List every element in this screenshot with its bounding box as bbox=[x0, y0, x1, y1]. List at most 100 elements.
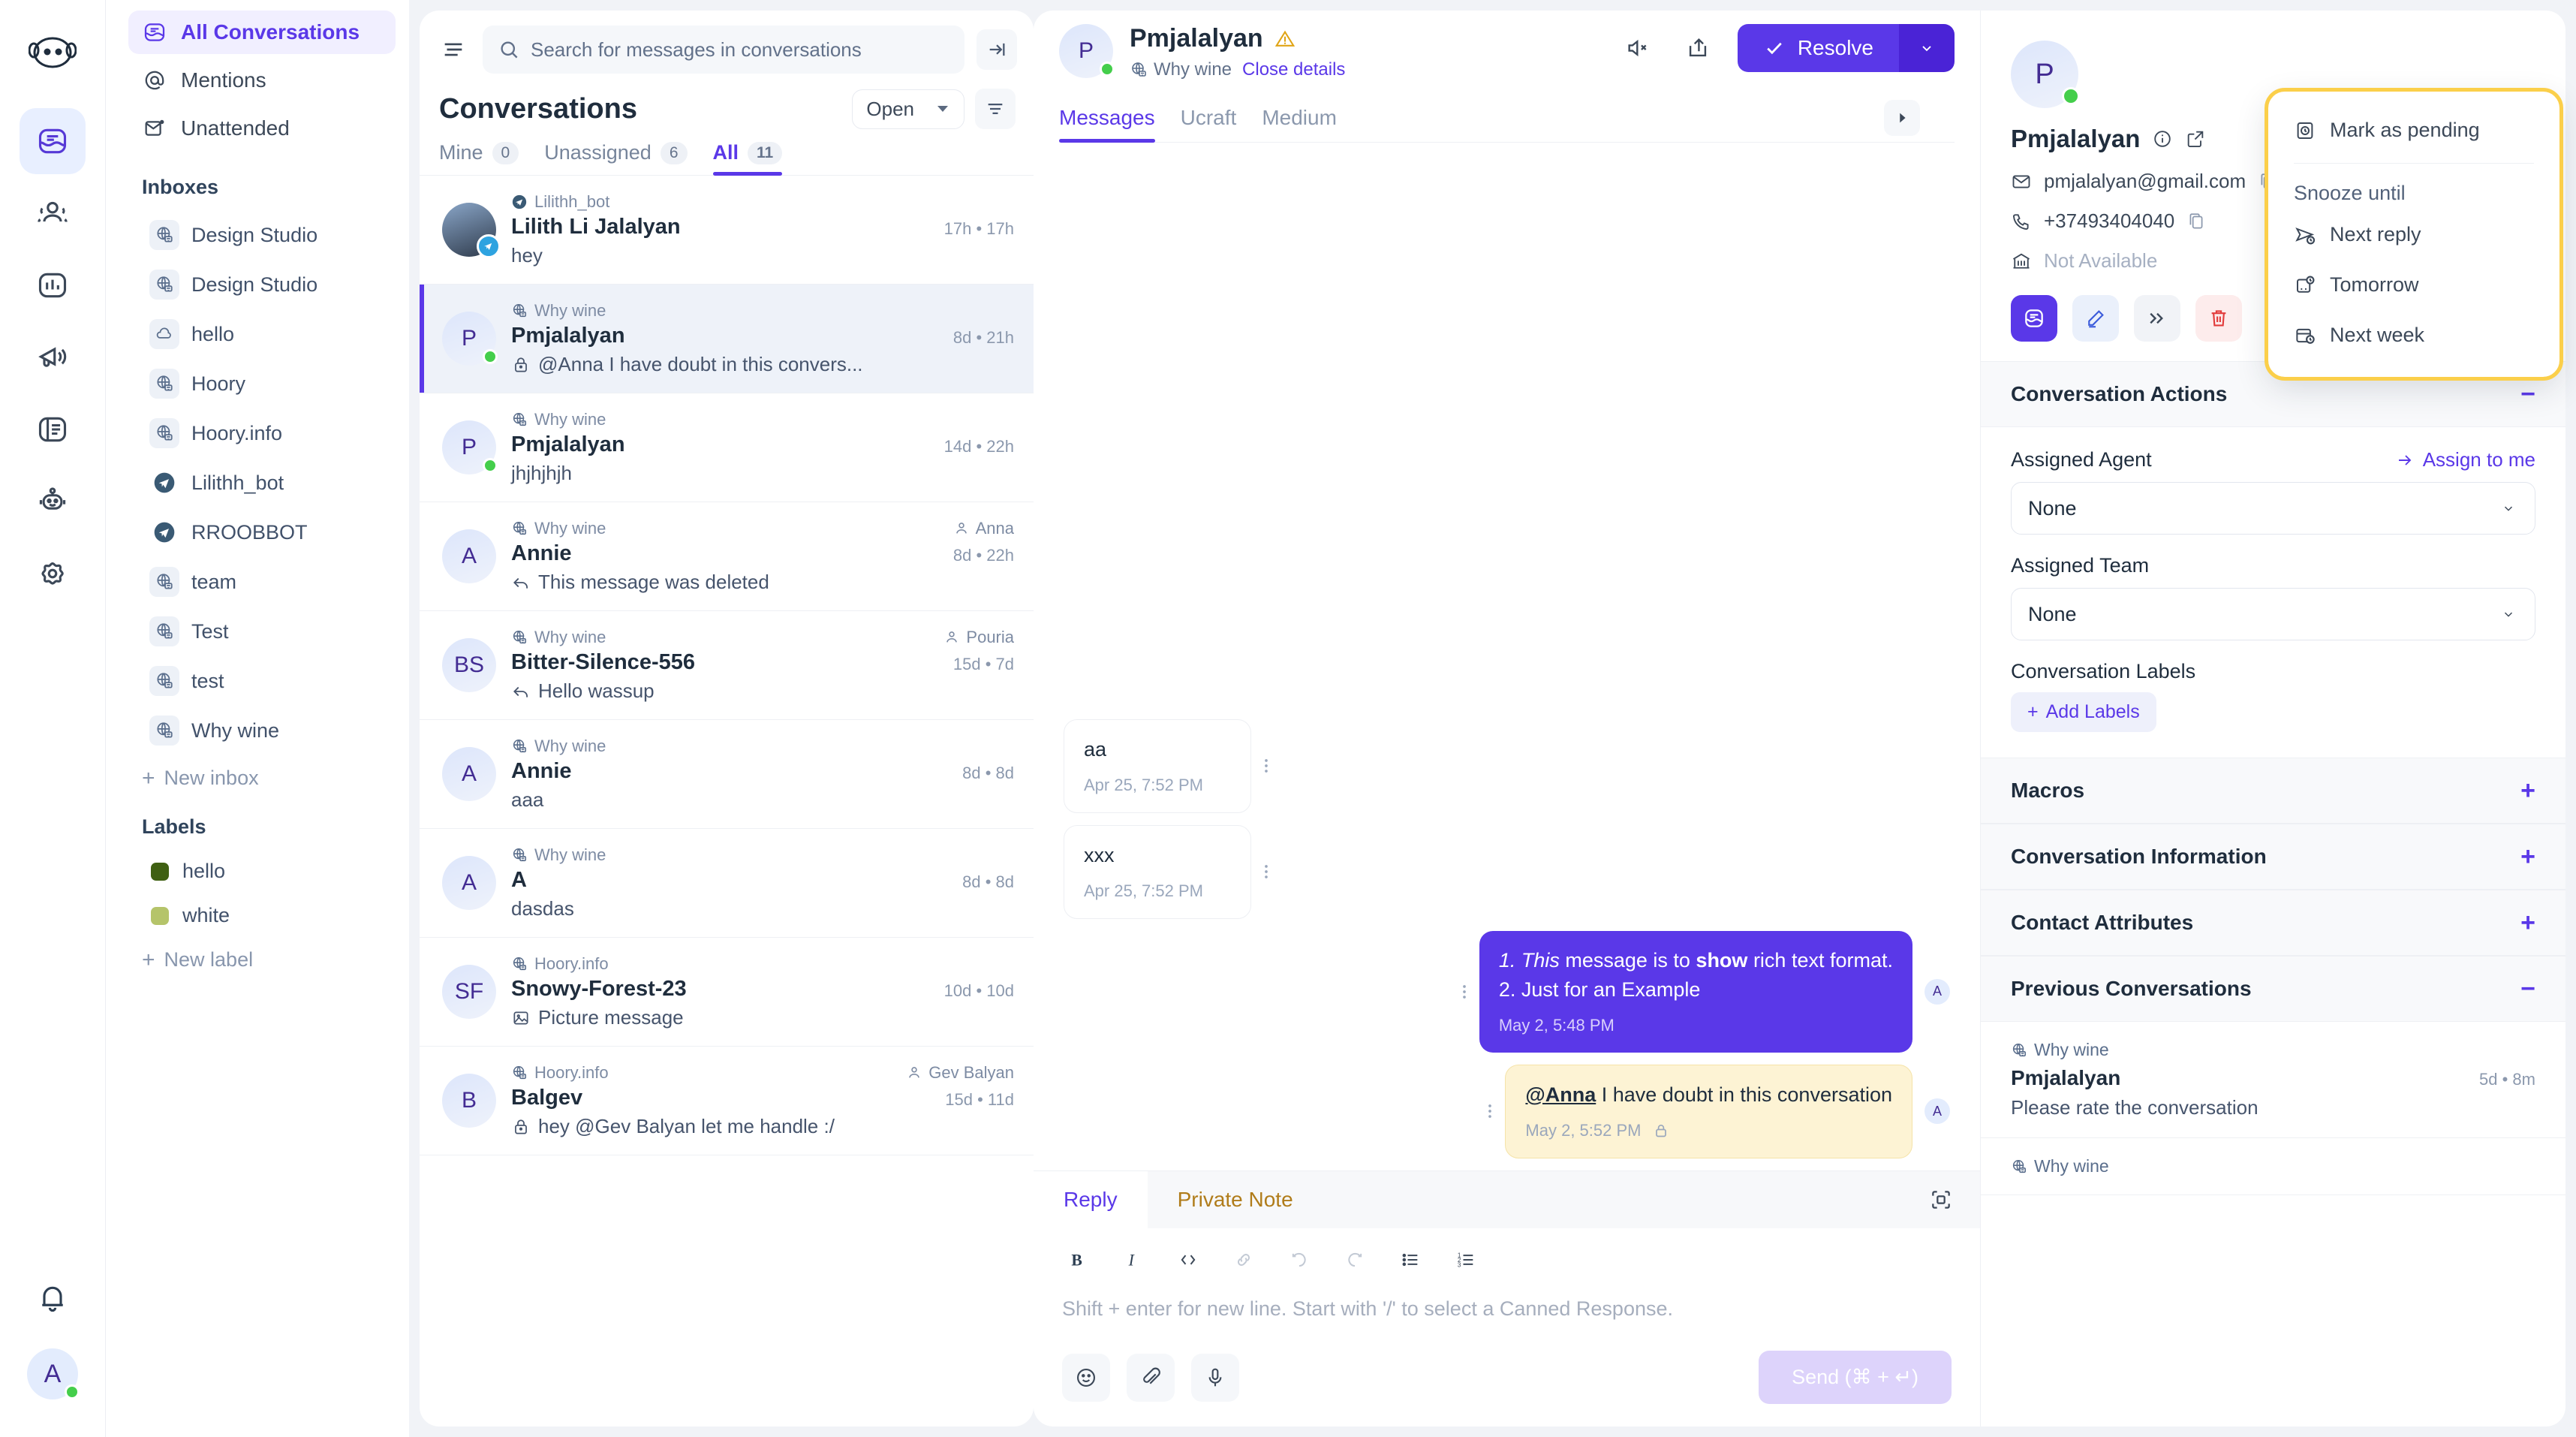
conversation-list-item[interactable]: P Why wine Pmjalalyan 14d • 22h jhjhjhjh bbox=[420, 393, 1034, 502]
reply-input[interactable]: Shift + enter for new line. Start with '… bbox=[1034, 1275, 1980, 1321]
assigned-agent-select[interactable]: None bbox=[2011, 482, 2535, 535]
sidebar-inbox-item[interactable]: Test bbox=[139, 609, 396, 654]
merge-icon[interactable] bbox=[2134, 295, 2180, 342]
send-button[interactable]: Send (⌘ + ↵) bbox=[1759, 1351, 1952, 1404]
conversation-list-item[interactable]: A Why wine Anna Annie 8d • 22h This message w… bbox=[420, 502, 1034, 611]
sidebar-inbox-item[interactable]: Hoory.info bbox=[139, 411, 396, 456]
tab-medium[interactable]: Medium bbox=[1262, 106, 1337, 142]
sidebar-inbox-item[interactable]: Lilithh_bot bbox=[139, 460, 396, 505]
hamburger-icon[interactable] bbox=[436, 32, 471, 67]
rail-item-campaigns[interactable] bbox=[20, 324, 86, 390]
filter-icon[interactable] bbox=[975, 89, 1016, 129]
message-menu-icon[interactable] bbox=[1449, 977, 1479, 1007]
rail-item-conversations[interactable] bbox=[20, 108, 86, 174]
rail-item-settings[interactable] bbox=[20, 541, 86, 607]
conversation-tab-mine[interactable]: Mine 0 bbox=[439, 141, 519, 175]
delete-icon[interactable] bbox=[2195, 295, 2242, 342]
section-previous-conversations[interactable]: Previous Conversations − bbox=[1981, 956, 2565, 1022]
numbered-list-icon[interactable]: 123 bbox=[1451, 1245, 1481, 1275]
sidebar-item-unattended[interactable]: Unattended bbox=[128, 107, 396, 150]
code-icon[interactable] bbox=[1173, 1245, 1203, 1275]
bold-icon[interactable]: B bbox=[1062, 1245, 1092, 1275]
caret-right-icon[interactable] bbox=[1884, 100, 1920, 136]
section-conversation-information[interactable]: Conversation Information + bbox=[1981, 824, 2565, 890]
avatar bbox=[442, 203, 501, 258]
assign-to-me-button[interactable]: Assign to me bbox=[2396, 448, 2535, 471]
conversation-list-item[interactable]: Lilithh_bot Lilith Li Jalalyan 17h • 17h he… bbox=[420, 176, 1034, 285]
microphone-icon[interactable] bbox=[1191, 1353, 1239, 1402]
sidebar-inbox-item[interactable]: Hoory bbox=[139, 361, 396, 406]
new-label-button[interactable]: + New label bbox=[142, 948, 409, 972]
conversation-list-item[interactable]: SF Hoory.info Snowy-Forest-23 10d • 10d Pict… bbox=[420, 938, 1034, 1047]
conversation-list-item[interactable]: B Hoory.info Gev Balyan Balgev 15d • 11d hey … bbox=[420, 1047, 1034, 1155]
sidebar-item-all-conversations[interactable]: All Conversations bbox=[128, 11, 396, 54]
menu-item-tomorrow[interactable]: Tomorrow bbox=[2268, 260, 2559, 310]
mute-icon[interactable] bbox=[1618, 28, 1658, 68]
expand-icon[interactable] bbox=[1929, 1188, 1980, 1212]
link-icon[interactable] bbox=[1229, 1245, 1259, 1275]
sidebar-inbox-item[interactable]: Why wine bbox=[139, 708, 396, 753]
redo-icon[interactable] bbox=[1340, 1245, 1370, 1275]
previous-conversation-item[interactable]: Why wine Pmjalalyan 5d • 8m Please rate the… bbox=[1981, 1022, 2565, 1138]
avatar-initial-circle: B bbox=[442, 1074, 496, 1128]
sidebar-inbox-item[interactable]: Design Studio bbox=[139, 262, 396, 307]
search-input[interactable]: Search for messages in conversations bbox=[483, 26, 964, 74]
sidebar-inbox-item[interactable]: Design Studio bbox=[139, 212, 396, 258]
emoji-icon[interactable] bbox=[1062, 1353, 1110, 1402]
resolve-dropdown-toggle[interactable] bbox=[1899, 24, 1955, 72]
menu-item-mark-as-pending[interactable]: Mark as pending bbox=[2268, 105, 2559, 155]
section-macros[interactable]: Macros + bbox=[1981, 758, 2565, 824]
collapse-panel-icon[interactable] bbox=[977, 29, 1017, 70]
avatar-initial: A bbox=[461, 870, 477, 895]
conversation-list-item[interactable]: A Why wine Annie 8d • 8d aaa bbox=[420, 720, 1034, 829]
conversation-icon[interactable] bbox=[2011, 295, 2057, 342]
conversation-list-item[interactable]: BS Why wine Pouria Bitter-Silence-556 15d • … bbox=[420, 611, 1034, 720]
sidebar-label-item[interactable]: white bbox=[142, 896, 396, 935]
sidebar-item-mentions[interactable]: Mentions bbox=[128, 59, 396, 102]
status-filter-select[interactable]: Open bbox=[852, 89, 964, 129]
edit-icon[interactable] bbox=[2072, 295, 2119, 342]
undo-icon[interactable] bbox=[1284, 1245, 1314, 1275]
previous-conversation-item[interactable]: Why wine bbox=[1981, 1138, 2565, 1195]
tab-messages[interactable]: Messages bbox=[1059, 106, 1155, 143]
message-menu-icon[interactable] bbox=[1251, 857, 1281, 887]
share-icon[interactable] bbox=[1678, 28, 1718, 68]
external-link-icon[interactable] bbox=[2185, 128, 2206, 149]
sidebar-inbox-item[interactable]: hello bbox=[139, 312, 396, 357]
message-menu-icon[interactable] bbox=[1251, 751, 1281, 781]
italic-icon[interactable]: I bbox=[1118, 1245, 1148, 1275]
avatar[interactable]: A bbox=[27, 1348, 80, 1399]
assigned-team-select[interactable]: None bbox=[2011, 588, 2535, 640]
add-labels-button[interactable]: + Add Labels bbox=[2011, 692, 2156, 732]
tab-private-note[interactable]: Private Note bbox=[1147, 1171, 1323, 1228]
message-menu-icon[interactable] bbox=[1475, 1096, 1505, 1126]
tab-ucraft[interactable]: Ucraft bbox=[1181, 106, 1237, 142]
sidebar-inbox-item[interactable]: test bbox=[139, 658, 396, 703]
sidebar-inbox-item[interactable]: team bbox=[139, 559, 396, 604]
conversation-tab-unassigned[interactable]: Unassigned 6 bbox=[544, 141, 688, 175]
resolve-button[interactable]: Resolve bbox=[1737, 24, 1899, 72]
previous-conversation-time: 5d • 8m bbox=[2479, 1070, 2535, 1089]
conversation-list-item[interactable]: A Why wine A 8d • 8d dasdas bbox=[420, 829, 1034, 938]
copy-icon[interactable] bbox=[2186, 212, 2206, 231]
conversation-tab-all[interactable]: All 11 bbox=[712, 141, 783, 176]
section-contact-attributes[interactable]: Contact Attributes + bbox=[1981, 890, 2565, 956]
tab-reply[interactable]: Reply bbox=[1034, 1171, 1148, 1228]
rail-item-help-center[interactable] bbox=[20, 396, 86, 462]
mention[interactable]: @Anna bbox=[1525, 1083, 1596, 1106]
rail-item-reports[interactable] bbox=[20, 252, 86, 318]
attachment-icon[interactable] bbox=[1127, 1353, 1175, 1402]
sidebar-label-item[interactable]: hello bbox=[142, 852, 396, 890]
rail-item-contacts[interactable] bbox=[20, 180, 86, 246]
bullet-list-icon[interactable] bbox=[1395, 1245, 1425, 1275]
rail-item-bots[interactable] bbox=[20, 468, 86, 535]
menu-item-next-reply[interactable]: Next reply bbox=[2268, 209, 2559, 260]
sidebar-inbox-item[interactable]: RROOBBOT bbox=[139, 510, 396, 555]
info-icon[interactable] bbox=[2152, 128, 2173, 149]
menu-item-next-week[interactable]: Next week bbox=[2268, 310, 2559, 360]
website-icon bbox=[511, 956, 528, 972]
new-inbox-button[interactable]: + New inbox bbox=[142, 767, 409, 790]
conversation-list-item[interactable]: P Why wine Pmjalalyan 8d • 21h @Anna I have … bbox=[420, 285, 1034, 393]
close-details-link[interactable]: Close details bbox=[1242, 59, 1345, 80]
bell-icon[interactable] bbox=[36, 1282, 69, 1315]
